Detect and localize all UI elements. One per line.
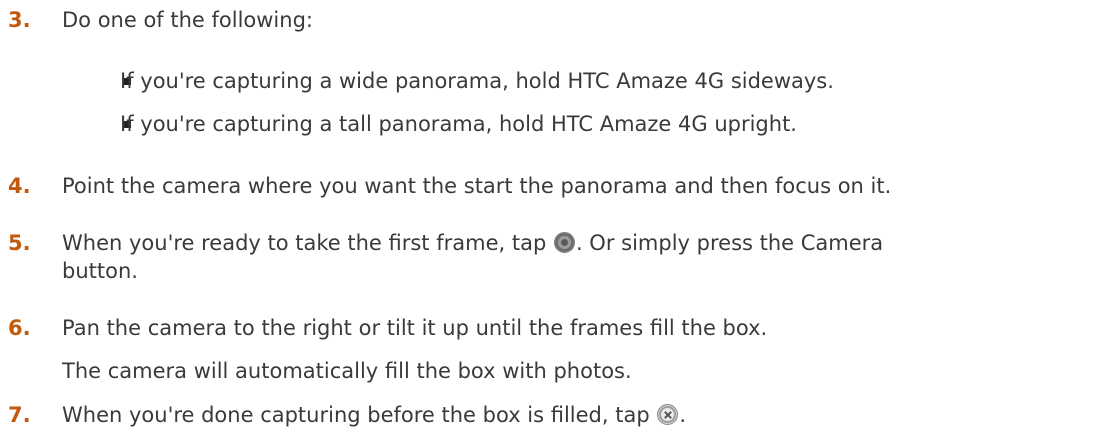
step-text: When you're done capturing before the bo… — [62, 403, 687, 427]
bullet-text: If you're capturing a tall panorama, hol… — [120, 112, 797, 136]
step-text: Do one of the following: — [62, 8, 313, 32]
bullet-item: If you're capturing a tall panorama, hol… — [62, 110, 1062, 138]
step-text-continuation: button. — [62, 259, 138, 283]
bullet-text: If you're capturing a wide panorama, hol… — [120, 69, 834, 93]
step-text: Pan the camera to the right or tilt it u… — [62, 316, 768, 340]
bullet-item: If you're capturing a wide panorama, hol… — [62, 67, 1062, 95]
step-number: 7. — [8, 403, 31, 427]
step-text: Point the camera where you want the star… — [62, 174, 892, 198]
step-number: 5. — [8, 231, 31, 255]
step-note: The camera will automatically fill the b… — [62, 359, 632, 383]
step-number: 6. — [8, 316, 31, 340]
step-number: 4. — [8, 174, 31, 198]
stop-icon — [657, 404, 679, 425]
step-text: When you're ready to take the first fram… — [62, 231, 884, 255]
shutter-icon — [553, 232, 575, 253]
step-number: 3. — [8, 8, 31, 32]
